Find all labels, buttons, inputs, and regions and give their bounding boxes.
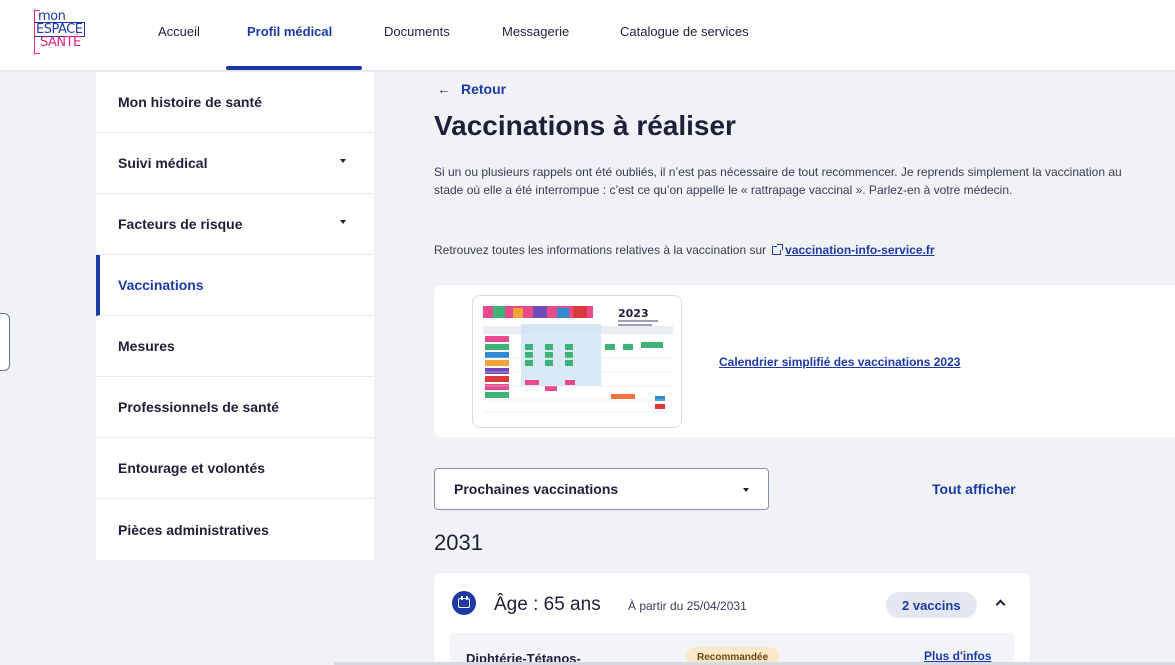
nav-item-messagerie[interactable]: Messagerie <box>502 24 569 39</box>
logo-line-3-text: SANTÉ <box>40 35 81 50</box>
sidebar-item-suivi-medical[interactable]: Suivi médical <box>96 133 374 194</box>
sidebar-item-label: Mon histoire de santé <box>118 94 262 110</box>
calendar-thumbnail-graphic: 2023 <box>483 306 673 413</box>
vaccine-count-badge: 2 vaccins <box>886 592 977 618</box>
age-group-card: Âge : 65 ans À partir du 25/04/2031 2 va… <box>434 573 1030 665</box>
sidebar-item-label: Entourage et volontés <box>118 460 266 476</box>
sidebar-item-facteurs-de-risque[interactable]: Facteurs de risque <box>96 194 374 255</box>
calendar-thumbnail-year: 2023 <box>618 307 649 320</box>
vaccinations-filter-select[interactable]: Prochaines vaccinations <box>434 468 769 510</box>
age-label: Âge : 65 ans <box>494 594 601 615</box>
sidebar-item-label: Facteurs de risque <box>118 216 243 232</box>
vaccine-row: Diphtérie-Tétanos- Recommandée Plus d'in… <box>450 633 1014 665</box>
page-title: Vaccinations à réaliser <box>434 110 736 141</box>
nav-item-profil-medical[interactable]: Profil médical <box>247 24 332 39</box>
show-all-button[interactable]: Tout afficher <box>932 481 1016 497</box>
external-link-icon <box>772 244 784 255</box>
sidebar-item-label: Pièces administratives <box>118 521 269 538</box>
logo-line-3: SANTÉ <box>40 36 81 49</box>
sidebar-item-label: Mesures <box>118 338 175 354</box>
intro-text: Si un ou plusieurs rappels ont été oubli… <box>434 165 1122 197</box>
profile-sidebar: Mon histoire de santé Suivi médical Fact… <box>96 72 374 560</box>
sidebar-item-label: Suivi médical <box>118 155 208 171</box>
more-info-link[interactable]: Plus d'infos <box>924 649 992 663</box>
chevron-up-icon[interactable] <box>995 599 1006 610</box>
calendar-2023-link[interactable]: Calendrier simplifié des vaccinations 20… <box>719 355 960 369</box>
year-heading: 2031 <box>434 530 483 555</box>
top-header: mon ESPACE SANTÉ Accueil Profil médical … <box>0 0 1175 70</box>
sidebar-item-label: Vaccinations <box>118 277 204 293</box>
info-text: Retrouvez toutes les informations relati… <box>434 243 767 257</box>
nav-item-documents[interactable]: Documents <box>384 24 450 39</box>
back-link[interactable]: ← Retour <box>437 81 506 97</box>
sidebar-item-pieces-administratives[interactable]: Pièces administratives <box>96 499 374 560</box>
sidebar-item-mon-histoire-de-sante[interactable]: Mon histoire de santé <box>96 72 374 133</box>
chevron-down-icon <box>743 488 749 492</box>
sidebar-item-entourage-et-volontes[interactable]: Entourage et volontés <box>96 438 374 499</box>
select-value: Prochaines vaccinations <box>454 481 619 497</box>
mon-espace-sante-logo[interactable]: mon ESPACE SANTÉ <box>34 10 106 56</box>
age-start-date: À partir du 25/04/2031 <box>628 599 747 613</box>
side-tab-handle[interactable] <box>0 313 10 371</box>
back-link-label: Retour <box>461 81 507 97</box>
nav-item-catalogue-de-services[interactable]: Catalogue de services <box>620 24 749 39</box>
vaccination-info-service-link[interactable]: vaccination-info-service.fr <box>785 243 934 257</box>
chevron-down-icon <box>340 220 346 224</box>
sidebar-item-professionnels-de-sante[interactable]: Professionnels de santé <box>96 377 374 438</box>
chevron-down-icon <box>340 159 346 163</box>
sidebar-item-mesures[interactable]: Mesures <box>96 316 374 377</box>
calendar-thumbnail[interactable]: 2023 <box>472 295 682 428</box>
nav-active-indicator <box>226 66 362 70</box>
arrow-left-icon: ← <box>437 81 451 97</box>
calendar-icon <box>452 591 476 615</box>
info-line: Retrouvez toutes les informations relati… <box>434 243 935 257</box>
sidebar-item-vaccinations[interactable]: Vaccinations <box>96 255 374 316</box>
calendar-card: 2023 Calendrier simplifié des vaccinatio… <box>434 285 1175 437</box>
nav-item-accueil[interactable]: Accueil <box>158 24 200 39</box>
sidebar-item-label: Professionnels de santé <box>118 399 280 415</box>
